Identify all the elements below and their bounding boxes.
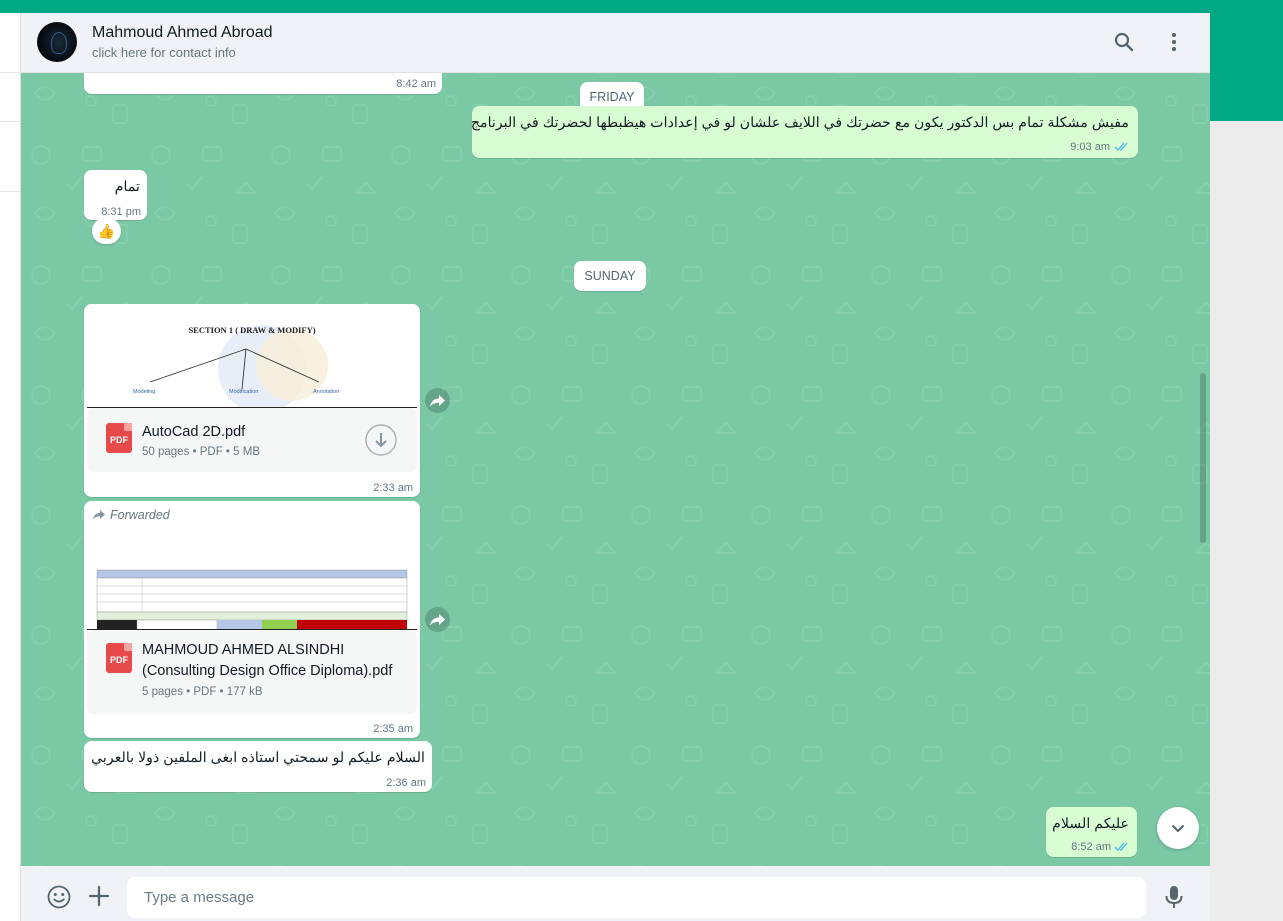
message-text: تمام — [114, 179, 140, 195]
message-time: 2:36 am — [386, 777, 426, 789]
contact-avatar[interactable] — [37, 22, 77, 62]
document-name: AutoCad 2D.pdf — [142, 424, 246, 440]
preview-label: Modification — [229, 389, 259, 395]
composer-bar — [21, 866, 1210, 921]
download-icon[interactable] — [365, 424, 397, 456]
contact-name[interactable]: Mahmoud Ahmed Abroad — [92, 24, 273, 42]
document-card[interactable]: PDF AutoCad 2D.pdf 50 pages • PDF • 5 MB — [87, 408, 417, 472]
message-bubble-outgoing[interactable]: مفيش مشكلة تمام بس الدكتور يكون مع حضرتك… — [470, 106, 1138, 158]
message-text: مفيش مشكلة تمام بس الدكتور يكون مع حضرتك… — [470, 115, 1129, 131]
preview-label: Annotation — [313, 389, 340, 395]
search-icon[interactable] — [1112, 30, 1136, 54]
document-preview[interactable] — [87, 528, 417, 630]
document-meta: 50 pages • PDF • 5 MB — [142, 446, 260, 458]
pdf-file-icon: PDF — [106, 643, 132, 673]
double-check-icon — [1114, 142, 1128, 152]
double-check-icon — [1114, 842, 1128, 852]
preview-title: SECTION 1 ( DRAW & MODIFY) — [188, 325, 316, 335]
document-card[interactable]: PDF MAHMOUD AHMED ALSINDHI (Consulting D… — [87, 630, 417, 714]
message-time: 8:31 pm — [101, 206, 141, 218]
document-name-line-1: MAHMOUD AHMED ALSINDHI — [142, 642, 345, 658]
document-preview[interactable]: SECTION 1 ( DRAW & MODIFY) Modeling Modi… — [87, 307, 417, 408]
document-name-line-2: (Consulting Design Office Diploma).pdf — [142, 663, 393, 679]
message-time: 9:03 am — [1070, 141, 1110, 153]
message-input[interactable] — [127, 877, 1146, 918]
chat-scrollbar[interactable] — [1200, 373, 1206, 543]
forward-button[interactable] — [425, 388, 450, 413]
pdf-file-icon: PDF — [106, 423, 132, 453]
kebab-menu-icon[interactable] — [1162, 30, 1186, 54]
chat-list-edge — [0, 13, 21, 921]
message-time: 8:52 am — [1071, 841, 1111, 853]
message-text: عليكم السلام — [1052, 816, 1129, 832]
reaction-badge[interactable]: 👍 — [92, 218, 121, 244]
message-bubble-incoming[interactable]: السلام عليكم لو سمحتي استاذه ابغى الملفي… — [84, 741, 432, 792]
message-time: 2:33 am — [373, 482, 413, 494]
chevron-down-icon — [1172, 825, 1184, 832]
microphone-icon[interactable] — [1162, 884, 1186, 910]
contact-info-hint[interactable]: click here for contact info — [92, 45, 236, 60]
app-top-band — [0, 0, 1283, 13]
forwarded-icon — [93, 510, 105, 520]
conversation-panel: Mahmoud Ahmed Abroad click here for cont… — [21, 13, 1210, 921]
divider — [0, 72, 21, 73]
scroll-to-bottom-button[interactable] — [1157, 807, 1199, 849]
emoji-icon[interactable] — [46, 884, 72, 910]
forward-arrow-icon — [430, 614, 445, 626]
divider — [0, 121, 21, 122]
message-time: 8:42 am — [396, 78, 436, 90]
plus-icon[interactable] — [87, 884, 111, 908]
message-bubble-document[interactable]: SECTION 1 ( DRAW & MODIFY) Modeling Modi… — [84, 304, 420, 497]
app-side-background — [1210, 121, 1283, 921]
message-text: السلام عليكم لو سمحتي استاذه ابغى الملفي… — [91, 750, 425, 766]
message-bubble-document[interactable]: Forwarded PDF MAHMOUD AHMED ALSINDHI (Co… — [84, 501, 420, 738]
preview-label: Modeling — [133, 389, 156, 395]
message-bubble-incoming[interactable]: تمام 8:31 pm — [84, 170, 147, 220]
app-side-band — [1210, 13, 1283, 121]
document-meta: 5 pages • PDF • 177 kB — [142, 686, 263, 698]
forward-arrow-icon — [430, 395, 445, 407]
message-time: 2:35 am — [373, 723, 413, 735]
forward-button[interactable] — [425, 607, 450, 632]
chat-header[interactable]: Mahmoud Ahmed Abroad click here for cont… — [21, 13, 1210, 73]
forwarded-label: Forwarded — [110, 508, 170, 522]
divider — [0, 191, 21, 192]
date-separator-sunday: SUNDAY — [574, 261, 646, 291]
message-bubble-outgoing[interactable]: عليكم السلام 8:52 am — [1046, 807, 1137, 857]
preview-table — [96, 569, 408, 629]
